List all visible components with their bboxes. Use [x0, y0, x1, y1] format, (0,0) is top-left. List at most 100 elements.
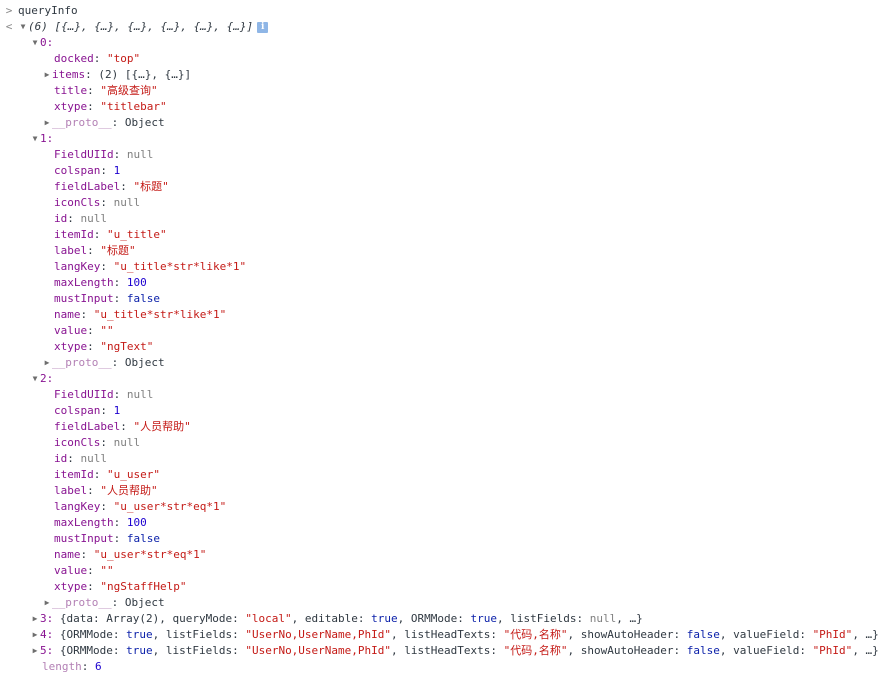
property-value: "人员帮助" — [100, 484, 158, 497]
property-row[interactable]: ▶ __proto__: Object — [0, 355, 887, 371]
property-key: langKey — [54, 500, 101, 513]
colon-separator: : — [87, 484, 101, 497]
property-row: colspan: 1 — [0, 403, 887, 419]
property-row: itemId: "u_user" — [0, 467, 887, 483]
expanded-triangle-icon[interactable]: ▼ — [18, 19, 28, 35]
preview-segment: "local" — [245, 612, 292, 625]
array-summary[interactable]: (6) [{…}, {…}, {…}, {…}, {…}, {…}] — [28, 20, 253, 33]
length-value: 6 — [95, 660, 102, 673]
property-value: Object — [124, 356, 165, 369]
preview-segment: , …} — [852, 644, 879, 657]
collapsed-triangle-icon[interactable]: ▶ — [30, 627, 40, 643]
colon-separator: : — [87, 564, 101, 577]
collapsed-triangle-icon[interactable]: ▶ — [42, 67, 52, 83]
preview-segment: "UserNo,UserName,PhId" — [245, 628, 392, 641]
collapsed-triangle-icon[interactable]: ▶ — [30, 611, 40, 627]
property-row: langKey: "u_user*str*eq*1" — [0, 499, 887, 515]
preview-segment: , queryMode: — [159, 612, 246, 625]
property-value: "标题" — [100, 244, 136, 257]
property-key: label — [54, 484, 88, 497]
array-item-1[interactable]: ▼ 1: — [0, 131, 887, 147]
preview-segment: "PhId" — [812, 628, 853, 641]
preview-segment: Array(2) — [106, 612, 160, 625]
preview-segment: , valueField: — [719, 644, 813, 657]
property-key: itemId — [54, 468, 94, 481]
array-item-0[interactable]: ▼ 0: — [0, 35, 887, 51]
colon-separator: : — [111, 596, 125, 609]
colon-separator: : — [113, 276, 127, 289]
property-row: mustInput: false — [0, 291, 887, 307]
colon-separator: : — [87, 100, 101, 113]
property-row: id: null — [0, 211, 887, 227]
property-value: "标题" — [133, 180, 169, 193]
info-icon[interactable]: i — [257, 22, 269, 33]
property-row[interactable]: ▶ __proto__: Object — [0, 115, 887, 131]
colon-separator: : — [87, 84, 101, 97]
property-key: value — [54, 564, 88, 577]
colon-separator: : — [113, 292, 127, 305]
property-row[interactable]: ▶ __proto__: Object — [0, 595, 887, 611]
property-key: value — [54, 324, 88, 337]
colon-separator: : — [113, 532, 127, 545]
property-key: langKey — [54, 260, 101, 273]
console-result-line[interactable]: < ▼ (6) [{…}, {…}, {…}, {…}, {…}, {…}] i — [0, 19, 887, 35]
expanded-triangle-icon[interactable]: ▼ — [30, 371, 40, 387]
collapsed-triangle-icon[interactable]: ▶ — [42, 115, 52, 131]
property-value: null — [126, 388, 154, 401]
property-row: label: "标题" — [0, 243, 887, 259]
preview-segment: "UserNo,UserName,PhId" — [245, 644, 392, 657]
preview-segment: , …} — [852, 628, 879, 641]
array-item-4[interactable]: ▶ 4: {ORMMode: true, listFields: "UserNo,… — [0, 627, 887, 643]
property-row: iconCls: null — [0, 195, 887, 211]
property-value: 1 — [113, 404, 121, 417]
property-key: xtype — [54, 340, 88, 353]
property-row: value: "" — [0, 563, 887, 579]
property-key: name — [54, 308, 81, 321]
property-key: colspan — [54, 404, 101, 417]
length-row: length: 6 — [0, 659, 887, 675]
property-value: false — [126, 532, 160, 545]
property-row[interactable]: ▶ items: (2) [{…}, {…}] — [0, 67, 887, 83]
preview-segment: , showAutoHeader: — [567, 628, 687, 641]
colon-separator: : — [120, 180, 134, 193]
array-item-3[interactable]: ▶ 3: {data: Array(2), queryMode: "local",… — [0, 611, 887, 627]
property-key: label — [54, 244, 88, 257]
preview-segment: "代码,名称" — [503, 628, 568, 641]
array-item-2[interactable]: ▼ 2: — [0, 371, 887, 387]
colon-separator: : — [113, 516, 127, 529]
preview-segment: true — [470, 612, 498, 625]
property-value: null — [80, 452, 108, 465]
array-item-5[interactable]: ▶ 5: {ORMMode: true, listFields: "UserNo,… — [0, 643, 887, 659]
collapsed-triangle-icon[interactable]: ▶ — [42, 355, 52, 371]
property-row: label: "人员帮助" — [0, 483, 887, 499]
array-index: 0: — [40, 36, 54, 49]
preview-segment: {ORMMode: — [59, 644, 127, 657]
property-value: null — [80, 212, 108, 225]
property-value: (2) [{…}, {…}] — [98, 68, 192, 81]
colon-separator: : — [100, 436, 114, 449]
property-value: "" — [100, 564, 114, 577]
preview-segment: , listFields: — [497, 612, 590, 625]
property-value: 1 — [113, 164, 121, 177]
preview-segment: "PhId" — [812, 644, 853, 657]
expanded-triangle-icon[interactable]: ▼ — [30, 131, 40, 147]
property-key: mustInput — [54, 292, 114, 305]
property-value: "" — [100, 324, 114, 337]
property-row: maxLength: 100 — [0, 515, 887, 531]
preview-segment: , editable: — [291, 612, 372, 625]
property-value: 100 — [126, 276, 147, 289]
property-row: xtype: "ngStaffHelp" — [0, 579, 887, 595]
property-row: colspan: 1 — [0, 163, 887, 179]
colon-separator: : — [81, 660, 95, 673]
colon-separator: : — [67, 212, 81, 225]
collapsed-triangle-icon[interactable]: ▶ — [42, 595, 52, 611]
preview-segment: , showAutoHeader: — [567, 644, 687, 657]
property-row: value: "" — [0, 323, 887, 339]
collapsed-triangle-icon[interactable]: ▶ — [30, 643, 40, 659]
property-key: __proto__ — [52, 356, 112, 369]
property-value: "titlebar" — [100, 100, 167, 113]
property-row: name: "u_user*str*eq*1" — [0, 547, 887, 563]
colon-separator: : — [93, 468, 107, 481]
expanded-triangle-icon[interactable]: ▼ — [30, 35, 40, 51]
